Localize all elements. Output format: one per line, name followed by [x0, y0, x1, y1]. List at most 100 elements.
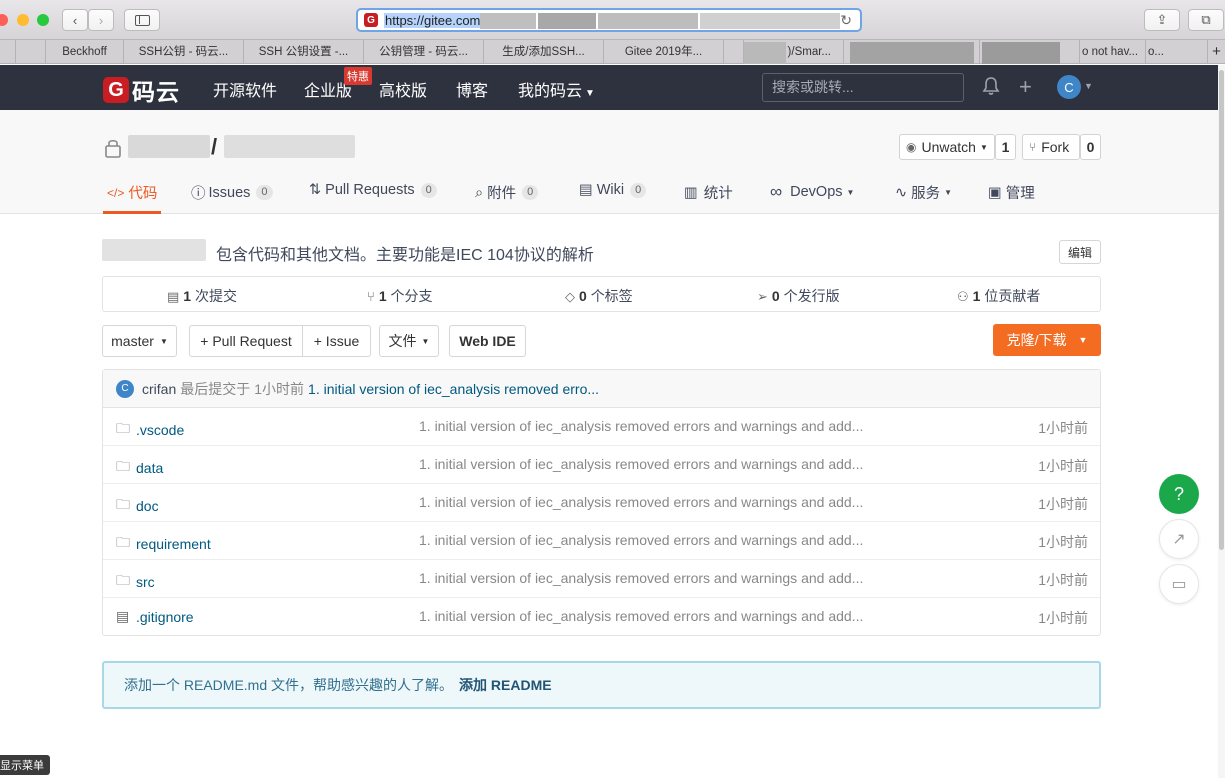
file-commit-message[interactable]: 1. initial version of iec_analysis remov…	[419, 532, 863, 548]
file-name-link[interactable]: .vscode	[136, 422, 184, 438]
file-commit-message[interactable]: 1. initial version of iec_analysis remov…	[419, 456, 863, 472]
tab-code[interactable]: </> 代码	[107, 182, 157, 203]
browser-tab[interactable]	[723, 40, 743, 64]
folder-icon: 🗀	[116, 572, 130, 588]
tab-wiki[interactable]: ▤ Wiki 0	[579, 182, 647, 198]
forward-button[interactable]: ›	[88, 9, 114, 31]
file-menu-button[interactable]: 文件 ▼	[379, 325, 439, 357]
file-commit-message[interactable]: 1. initial version of iec_analysis remov…	[419, 608, 863, 624]
tab-devops[interactable]: ∞ DevOps ▼	[770, 182, 854, 202]
tab-issues[interactable]: ⓘ Issues 0	[191, 182, 273, 203]
commit-message-link[interactable]: 1. initial version of iec_analysis remov…	[308, 381, 599, 397]
add-readme-link[interactable]: 添加 README	[459, 675, 552, 695]
caret-down-icon: ▼	[979, 142, 988, 152]
table-row[interactable]: 🗀 doc 1. initial version of iec_analysis …	[103, 484, 1100, 522]
browser-tab[interactable]: SSH 公钥设置 -...	[243, 40, 363, 64]
browser-tab[interactable]: Beckhoff	[45, 40, 123, 64]
browser-tab[interactable]: SSH公钥 - 码云...	[123, 40, 243, 64]
repo-path-separator: /	[211, 134, 218, 159]
nav-open-source[interactable]: 开源软件	[213, 77, 277, 101]
share-button[interactable]: ⇪	[1144, 9, 1180, 31]
repo-name-redacted[interactable]	[224, 135, 355, 158]
file-commit-message[interactable]: 1. initial version of iec_analysis remov…	[419, 494, 863, 510]
browser-tab[interactable]: )/Smar...	[743, 40, 843, 64]
table-row[interactable]: 🗀 .vscode 1. initial version of iec_analy…	[103, 408, 1100, 446]
file-name-link[interactable]: requirement	[136, 536, 211, 552]
table-row[interactable]: ▤ .gitignore 1. initial version of iec_an…	[103, 598, 1100, 636]
stat-tags[interactable]: ◇ 0 个标签	[565, 286, 633, 306]
nav-my-gitee[interactable]: 我的码云 ▼	[518, 77, 595, 101]
tabs-overview-button[interactable]: ⧉	[1188, 9, 1224, 31]
unwatch-button[interactable]: ◉ Unwatch ▼	[899, 134, 995, 160]
plus-icon[interactable]: +	[1019, 74, 1032, 100]
browser-tab[interactable]: Gitee 2019年...	[603, 40, 723, 64]
site-header: G 码云 开源软件 企业版 高校版 博客 我的码云 ▼	[0, 65, 1225, 110]
search-input[interactable]: 搜索或跳转...	[762, 73, 964, 102]
repo-owner-redacted[interactable]	[128, 135, 210, 158]
gitee-logo[interactable]: G 码云	[103, 73, 180, 107]
fork-icon: ⑂	[1029, 140, 1037, 154]
clone-download-button[interactable]: 克隆/下载 ▼	[993, 324, 1101, 356]
file-commit-time: 1小时前	[1038, 458, 1088, 474]
table-row[interactable]: 🗀 requirement 1. initial version of iec_a…	[103, 522, 1100, 560]
new-pull-request-button[interactable]: + Pull Request	[189, 325, 303, 357]
readme-notice-text: 添加一个 README.md 文件，帮助感兴趣的人了解。	[124, 677, 454, 693]
address-bar[interactable]: G https://gitee.com ↻	[356, 8, 862, 32]
browser-tab[interactable]	[979, 40, 1079, 64]
zoom-window-button[interactable]	[37, 14, 49, 26]
watch-count[interactable]: 1	[995, 134, 1016, 160]
fork-button[interactable]: ⑂ Fork	[1022, 134, 1080, 160]
tab-issues-label: Issues	[208, 184, 251, 201]
file-commit-message[interactable]: 1. initial version of iec_analysis remov…	[419, 418, 863, 434]
user-avatar[interactable]: C	[1057, 75, 1081, 99]
stat-branches-num: 1	[378, 288, 387, 304]
browser-tab[interactable]: 公钥管理 - 码云...	[363, 40, 483, 64]
browser-tab[interactable]: o...	[1145, 40, 1195, 64]
show-menu-tip[interactable]: 显示菜单	[0, 755, 50, 775]
tab-services[interactable]: ∿ 服务 ▼	[895, 182, 952, 203]
description-redacted	[102, 239, 206, 261]
file-name-link[interactable]: .gitignore	[136, 609, 194, 625]
new-tab-button[interactable]: +	[1207, 40, 1225, 64]
browser-tab[interactable]: o not hav...	[1079, 40, 1145, 64]
web-ide-button[interactable]: Web IDE	[449, 325, 526, 357]
file-name-link[interactable]: doc	[136, 498, 159, 514]
edit-description-button[interactable]: 编辑	[1059, 240, 1101, 264]
caret-down-icon: ▼	[1078, 335, 1088, 345]
browser-tab[interactable]: 生成/添加SSH...	[483, 40, 603, 64]
table-row[interactable]: 🗀 src 1. initial version of iec_analysis …	[103, 560, 1100, 598]
caret-down-icon[interactable]: ▼	[1084, 81, 1093, 91]
close-window-button[interactable]	[0, 14, 8, 26]
commit-author[interactable]: crifan	[142, 381, 176, 397]
fork-count[interactable]: 0	[1080, 134, 1101, 160]
nav-blog[interactable]: 博客	[456, 77, 488, 101]
file-name-link[interactable]: data	[136, 460, 163, 476]
page-scrollbar[interactable]	[1219, 70, 1224, 550]
feedback-button[interactable]: ↗	[1159, 519, 1199, 559]
tab-stats[interactable]: ▥ 统计	[684, 182, 733, 203]
back-button[interactable]: ‹	[62, 9, 88, 31]
stat-commits[interactable]: ▤ 1 次提交	[167, 286, 237, 306]
file-commit-message[interactable]: 1. initial version of iec_analysis remov…	[419, 570, 863, 586]
stat-branches[interactable]: ⑂ 1 个分支	[367, 286, 433, 306]
tab-pull-requests[interactable]: ⇅ Pull Requests 0	[309, 182, 437, 198]
caret-down-icon: ▼	[159, 336, 168, 346]
tab-attachments[interactable]: ⌕ 附件 0	[475, 182, 539, 203]
minimize-window-button[interactable]	[17, 14, 29, 26]
file-name-link[interactable]: src	[136, 574, 155, 590]
help-button[interactable]: ?	[1159, 474, 1199, 514]
reload-icon[interactable]: ↻	[840, 12, 852, 29]
branch-select[interactable]: master ▼	[102, 325, 177, 357]
tab-manage[interactable]: ▣ 管理	[988, 182, 1035, 203]
nav-university[interactable]: 高校版	[379, 77, 427, 101]
browser-tab[interactable]	[843, 40, 979, 64]
stat-contributors[interactable]: ⚇ 1 位贡献者	[957, 286, 1040, 306]
table-row[interactable]: 🗀 data 1. initial version of iec_analysis…	[103, 446, 1100, 484]
browser-tab[interactable]	[15, 40, 45, 64]
avatar[interactable]: C	[116, 379, 134, 398]
bell-icon[interactable]	[982, 76, 1000, 101]
new-issue-button[interactable]: + Issue	[302, 325, 371, 357]
sidebar-toggle-button[interactable]	[124, 9, 160, 31]
stat-releases[interactable]: ➢ 0 个发行版	[757, 286, 840, 306]
chat-button[interactable]: ▭	[1159, 564, 1199, 604]
